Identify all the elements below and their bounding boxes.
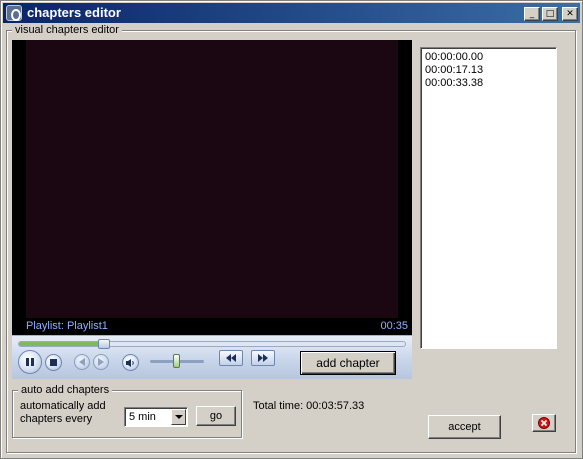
go-button[interactable]: go: [196, 406, 236, 426]
previous-icon: [79, 358, 85, 366]
list-item[interactable]: 00:00:33.38: [425, 77, 552, 90]
visual-editor-legend: visual chapters editor: [12, 24, 122, 36]
pause-button[interactable]: [18, 350, 42, 374]
pause-icon: [26, 358, 34, 366]
volume-slider[interactable]: [150, 354, 204, 368]
seek-progress-fill: [19, 342, 104, 346]
title-bar[interactable]: chapters editor _ □ ✕: [3, 3, 580, 23]
playlist-label: Playlist: Playlist1: [26, 320, 108, 332]
list-item[interactable]: 00:00:17.13: [425, 64, 552, 77]
fast-forward-icon: [258, 354, 268, 362]
rewind-button[interactable]: [219, 350, 243, 366]
next-icon: [98, 358, 104, 366]
auto-add-legend: auto add chapters: [18, 384, 113, 396]
speaker-icon: [126, 358, 134, 367]
current-time-label: 00:35: [380, 320, 408, 332]
minimize-button[interactable]: _: [524, 7, 540, 21]
next-button[interactable]: [93, 354, 109, 370]
app-icon[interactable]: [6, 5, 22, 21]
rewind-icon: [226, 354, 236, 362]
interval-value: 5 min: [129, 411, 156, 423]
interval-select[interactable]: 5 min: [124, 407, 188, 427]
volume-thumb[interactable]: [173, 354, 180, 368]
close-window-button[interactable]: ✕: [562, 7, 578, 21]
maximize-button[interactable]: □: [542, 7, 558, 21]
chevron-down-icon[interactable]: [171, 409, 186, 425]
video-display[interactable]: [12, 40, 412, 318]
seek-bar[interactable]: [18, 339, 406, 349]
accept-button[interactable]: accept: [428, 415, 501, 439]
previous-button[interactable]: [74, 354, 90, 370]
stop-button[interactable]: [45, 354, 62, 371]
add-chapter-button[interactable]: add chapter: [300, 351, 396, 375]
mute-button[interactable]: [122, 354, 139, 371]
window-title: chapters editor: [27, 5, 121, 20]
seek-thumb[interactable]: [98, 339, 110, 349]
total-time-label: Total time: 00:03:57.33: [253, 400, 365, 412]
cancel-button[interactable]: [532, 414, 556, 432]
list-item[interactable]: 00:00:00.00: [425, 51, 552, 64]
player-info-bar: Playlist: Playlist1 00:35: [12, 318, 412, 335]
fast-forward-button[interactable]: [251, 350, 275, 366]
auto-add-label-line2: chapters every: [20, 413, 93, 425]
auto-add-label-line1: automatically add: [20, 400, 106, 412]
chapter-list[interactable]: 00:00:00.00 00:00:17.13 00:00:33.38: [420, 47, 557, 349]
stop-icon: [50, 359, 57, 366]
close-icon: [538, 417, 550, 429]
